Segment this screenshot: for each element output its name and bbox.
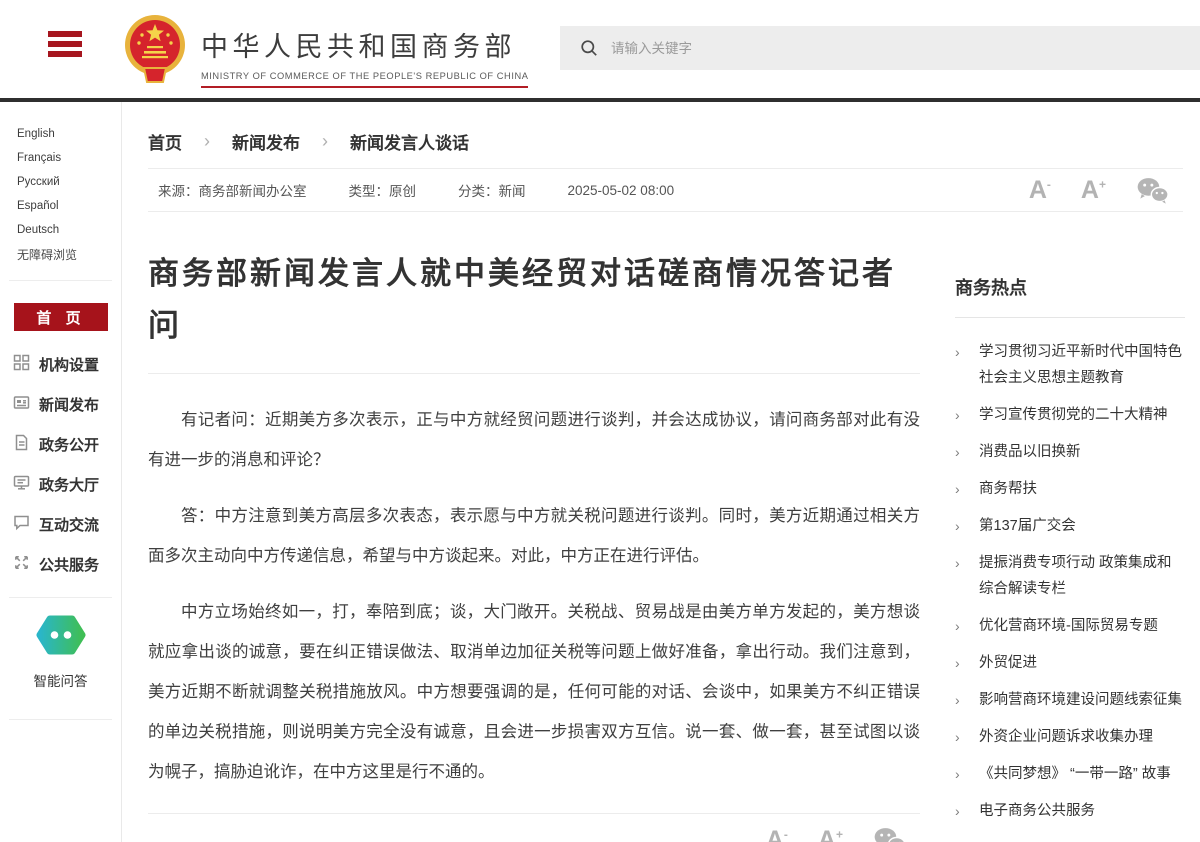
sidebar-item-interaction[interactable]: 互动交流	[0, 504, 121, 544]
divider	[955, 317, 1185, 318]
hamburger-menu-icon[interactable]	[48, 31, 82, 61]
article-paragraph: 有记者问：近期美方多次表示，正与中方就经贸问题进行谈判，并会达成协议，请问商务部…	[148, 400, 920, 480]
lang-francais[interactable]: Français	[17, 146, 61, 170]
hot-topics-list: ›学习贯彻习近平新时代中国特色社会主义思想主题教育 ›学习宣传贯彻党的二十大精神…	[955, 339, 1185, 824]
site-subtitle: MINISTRY OF COMMERCE OF THE PEOPLE'S REP…	[201, 71, 528, 88]
sidebar-item-home[interactable]: 首 页	[14, 303, 108, 331]
hot-topic-item[interactable]: ›电子商务公共服务	[955, 798, 1185, 824]
sidebar-item-label: 公共服务	[39, 554, 99, 575]
page: 中华人民共和国商务部 MINISTRY OF COMMERCE OF THE P…	[0, 0, 1200, 842]
sidebar-item-public-service[interactable]: 公共服务	[0, 544, 121, 584]
chevron-right-icon: ›	[955, 798, 979, 824]
chevron-right-icon: ›	[955, 613, 979, 639]
hot-topic-item[interactable]: ›外资企业问题诉求收集办理	[955, 724, 1185, 750]
brand: 中华人民共和国商务部 MINISTRY OF COMMERCE OF THE P…	[201, 25, 528, 88]
hot-topic-item[interactable]: ›商务帮扶	[955, 476, 1185, 502]
chevron-right-icon: ›	[955, 687, 979, 713]
sidebar-item-label: 政务大厅	[39, 474, 99, 495]
chevron-right-icon: ›	[955, 439, 979, 465]
chevron-right-icon: ›	[955, 402, 979, 428]
hot-topic-item[interactable]: ›第137届广交会	[955, 513, 1185, 539]
sidebar-item-news[interactable]: 新闻发布	[0, 384, 121, 424]
chevron-right-icon: ›	[955, 476, 979, 502]
hot-topic-item[interactable]: ›优化营商环境-国际贸易专题	[955, 613, 1185, 639]
sidebar-item-label: 政务公开	[39, 434, 99, 455]
lang-espanol[interactable]: Español	[17, 194, 59, 218]
lang-deutsch[interactable]: Deutsch	[17, 218, 59, 242]
font-decrease-button[interactable]: A-	[766, 828, 788, 842]
accessibility-link[interactable]: 无障碍浏览	[0, 243, 121, 267]
lang-russian[interactable]: Русский	[17, 170, 60, 194]
left-sidebar: English Français Русский Español Deutsch…	[0, 102, 122, 842]
monitor-icon	[13, 474, 30, 495]
article-paragraph: 答：中方注意到美方高层多次表态，表示愿与中方就关税问题进行谈判。同时，美方近期通…	[148, 496, 920, 576]
hot-topics-sidebar: 商务热点 ›学习贯彻习近平新时代中国特色社会主义思想主题教育 ›学习宣传贯彻党的…	[955, 102, 1185, 835]
sidebar-item-disclosure[interactable]: 政务公开	[0, 424, 121, 464]
site-title: 中华人民共和国商务部	[201, 25, 528, 64]
sidebar-item-label: 机构设置	[39, 354, 99, 375]
article-column: 商务部新闻发言人就中美经贸对话磋商情况答记者问 有记者问：近期美方多次表示，正与…	[148, 102, 920, 842]
sidebar-nav: 机构设置 新闻发布	[0, 344, 121, 584]
arrows-service-icon	[13, 554, 30, 575]
chevron-right-icon: ›	[955, 724, 979, 750]
font-controls-bottom: A- A+	[148, 814, 920, 842]
divider	[9, 719, 112, 720]
hot-topics-title: 商务热点	[955, 274, 1185, 300]
font-increase-button[interactable]: A+	[818, 828, 843, 842]
national-emblem-logo[interactable]	[124, 13, 186, 94]
chevron-right-icon: ›	[955, 550, 979, 602]
hot-topic-item[interactable]: ›学习贯彻习近平新时代中国特色社会主义思想主题教育	[955, 339, 1185, 391]
chevron-right-icon: ›	[955, 650, 979, 676]
hot-topic-item[interactable]: ›提振消费专项行动 政策集成和综合解读专栏	[955, 550, 1185, 602]
chevron-right-icon: ›	[955, 761, 979, 787]
lang-english[interactable]: English	[17, 122, 55, 146]
smart-qa-widget[interactable]: 智能问答	[0, 598, 121, 706]
hot-topic-item[interactable]: ›学习宣传贯彻党的二十大精神	[955, 402, 1185, 428]
sidebar-item-hall[interactable]: 政务大厅	[0, 464, 121, 504]
hot-topic-item[interactable]: ›消费品以旧换新	[955, 439, 1185, 465]
newspaper-icon	[13, 394, 30, 415]
hot-topic-item[interactable]: ›影响营商环境建设问题线索征集	[955, 687, 1185, 713]
search-bar	[560, 26, 1200, 70]
divider	[148, 373, 920, 374]
org-grid-icon	[13, 354, 30, 375]
search-input[interactable]	[611, 41, 1091, 56]
sidebar-item-label: 新闻发布	[39, 394, 99, 415]
article-paragraph: 中方立场始终如一，打，奉陪到底；谈，大门敞开。关税战、贸易战是由美方单方发起的，…	[148, 592, 920, 792]
hot-topic-item[interactable]: ›《共同梦想》 “一带一路” 故事	[955, 761, 1185, 787]
article-body: 有记者问：近期美方多次表示，正与中方就经贸问题进行谈判，并会达成协议，请问商务部…	[148, 400, 920, 792]
chevron-right-icon: ›	[955, 339, 979, 391]
chat-bubble-icon	[13, 514, 30, 535]
document-icon	[13, 434, 30, 455]
robot-chat-icon	[35, 642, 87, 659]
article-title: 商务部新闻发言人就中美经贸对话磋商情况答记者问	[148, 248, 920, 352]
smart-qa-label: 智能问答	[0, 670, 121, 690]
wechat-share-icon[interactable]	[873, 827, 906, 842]
language-switcher: English Français Русский Español Deutsch	[0, 102, 104, 242]
chevron-right-icon: ›	[955, 513, 979, 539]
header: 中华人民共和国商务部 MINISTRY OF COMMERCE OF THE P…	[0, 0, 1200, 98]
sidebar-item-label: 互动交流	[39, 514, 99, 535]
hot-topic-item[interactable]: ›外贸促进	[955, 650, 1185, 676]
divider	[9, 280, 112, 281]
sidebar-item-org[interactable]: 机构设置	[0, 344, 121, 384]
search-icon	[580, 39, 598, 57]
